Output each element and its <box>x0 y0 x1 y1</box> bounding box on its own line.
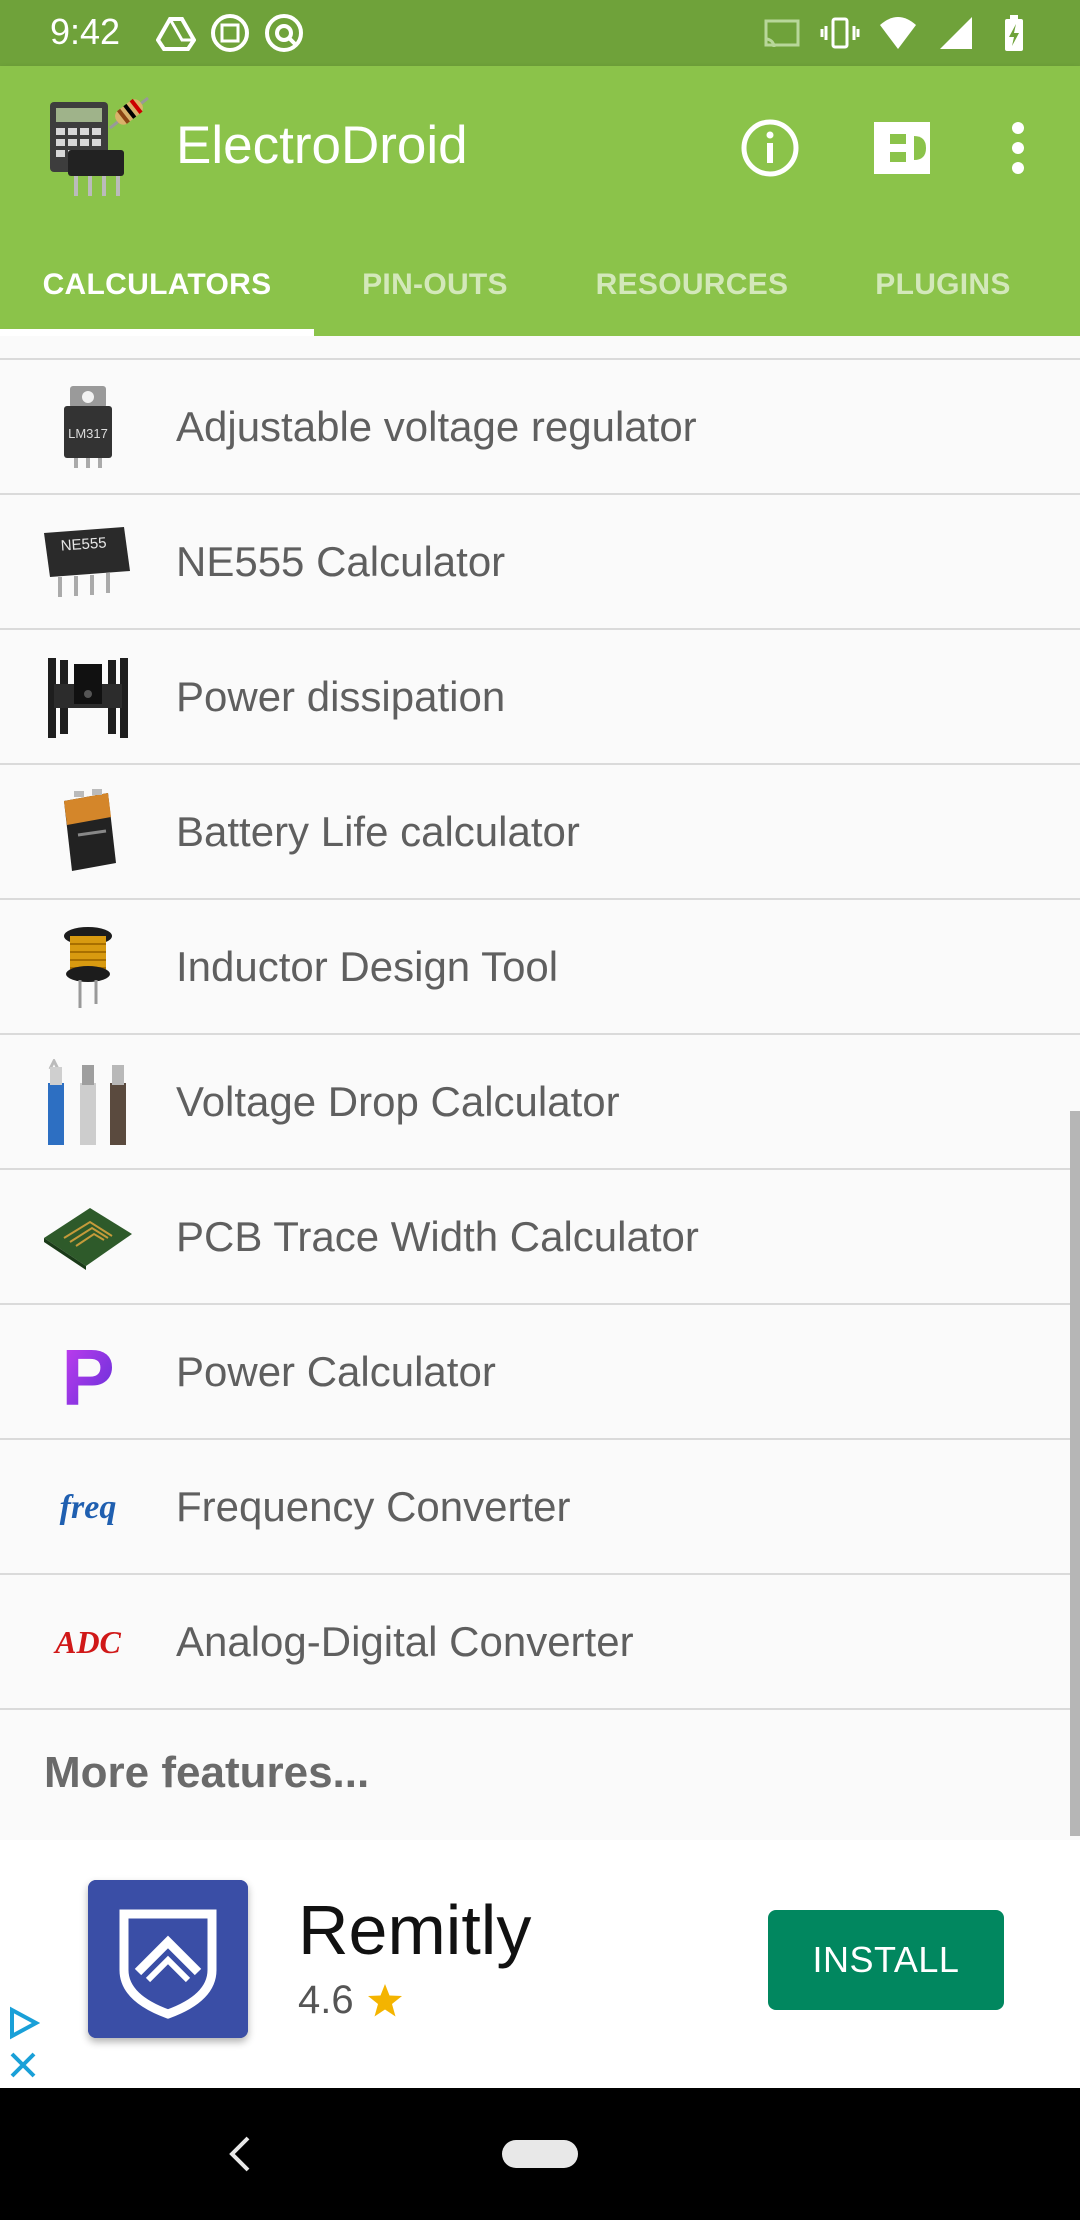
tab-pin-outs[interactable]: PIN-OUTS <box>314 234 556 336</box>
list-item-power-calculator[interactable]: P Power Calculator <box>0 1305 1080 1440</box>
status-time: 9:42 <box>50 11 121 52</box>
tab-bar: CALCULATORS PIN-OUTS RESOURCES PLUGINS <box>0 234 1080 336</box>
navigation-bar <box>0 2088 1080 2220</box>
app-bar: ElectroDroid CALCULATORS PIN-OUTS RESOUR… <box>0 66 1080 336</box>
status-bar: 9:42 <box>0 0 1080 66</box>
icon-text: ADC <box>53 1624 121 1660</box>
list-item-label: Battery Life calculator <box>176 807 580 855</box>
app-title: ElectroDroid <box>176 116 468 175</box>
list-item-analog-digital-converter[interactable]: ADC Analog-Digital Converter <box>0 1575 1080 1710</box>
list-item-label: Frequency Converter <box>176 1482 571 1530</box>
tab-label: CALCULATORS <box>42 268 272 301</box>
list-item-adjustable-voltage-regulator[interactable]: LM317 Adjustable voltage regulator <box>0 360 1080 495</box>
ad-app-name: Remitly <box>298 1891 532 1969</box>
icon-text: LM317 <box>68 426 108 441</box>
tab-indicator <box>0 329 314 336</box>
list-item-power-dissipation[interactable]: Power dissipation <box>0 630 1080 765</box>
list-item-battery-life-calculator[interactable]: Battery Life calculator <box>0 765 1080 900</box>
status-notification-icons <box>156 13 304 53</box>
adc-icon: ADC <box>53 1624 121 1660</box>
list-item-label: Analog-Digital Converter <box>176 1617 634 1665</box>
remitly-logo-icon <box>88 1880 248 2038</box>
signal-icon <box>940 17 972 49</box>
inductor-icon <box>64 927 112 1008</box>
tab-calculators[interactable]: CALCULATORS <box>0 234 314 336</box>
freq-icon: freq <box>60 1489 117 1526</box>
home-pill-button[interactable] <box>502 2140 578 2168</box>
list-item-label: Voltage Drop Calculator <box>176 1077 620 1125</box>
cast-icon <box>764 19 800 48</box>
list-item-label: PCB Trace Width Calculator <box>176 1212 699 1260</box>
battery-charging-icon <box>1005 15 1023 51</box>
more-features-item[interactable]: More features... <box>0 1708 1080 1838</box>
list-item-pcb-trace-width-calculator[interactable]: PCB Trace Width Calculator <box>0 1170 1080 1305</box>
battery-icon <box>64 789 116 871</box>
vibrate-icon <box>820 17 860 49</box>
list-item-label: Inductor Design Tool <box>176 942 559 990</box>
tab-label: RESOURCES <box>595 268 789 301</box>
lm317-regulator-icon: LM317 <box>64 386 112 468</box>
drive-icon <box>156 17 196 51</box>
close-icon[interactable] <box>6 2048 40 2082</box>
list-item-frequency-converter[interactable]: freq Frequency Converter <box>0 1440 1080 1575</box>
ad-rating-value: 4.6 <box>298 1978 354 2022</box>
heatsink-icon <box>48 658 128 738</box>
scrollbar[interactable] <box>1070 1111 1080 1836</box>
list-item-voltage-drop-calculator[interactable]: Voltage Drop Calculator <box>0 1035 1080 1170</box>
pcb-icon <box>44 1208 132 1270</box>
plugin-icon[interactable] <box>870 116 934 180</box>
tab-label: PIN-OUTS <box>362 268 508 301</box>
list-item-label: Power dissipation <box>176 672 506 720</box>
screenshot-icon <box>211 14 249 52</box>
more-vert-icon[interactable] <box>988 116 1048 180</box>
icon-text: NE555 <box>60 534 107 554</box>
wifi-icon <box>880 17 916 49</box>
ad-banner[interactable]: Remitly 4.6 INSTALL <box>0 1840 1080 2088</box>
icon-text: freq <box>60 1489 117 1526</box>
info-icon[interactable] <box>738 116 802 180</box>
tab-plugins[interactable]: PLUGINS <box>828 234 1058 336</box>
list-item-ne555-calculator[interactable]: NE555 NE555 Calculator <box>0 495 1080 630</box>
electrodroid-logo-icon <box>50 96 149 196</box>
icon-text: P <box>61 1333 114 1415</box>
list-item-inductor-design-tool[interactable]: Inductor Design Tool <box>0 900 1080 1035</box>
star-icon <box>367 1983 402 2016</box>
power-p-icon: P <box>61 1333 114 1415</box>
status-system-icons <box>762 13 1034 53</box>
vpn-icon <box>265 14 303 52</box>
ne555-chip-icon: NE555 <box>44 527 130 597</box>
calculator-list[interactable]: LM317 Adjustable voltage regulator NE555… <box>0 336 1080 1840</box>
back-icon[interactable] <box>220 2132 260 2176</box>
list-item-label: Power Calculator <box>176 1347 496 1395</box>
ad-rating: 4.6 <box>298 1978 404 2023</box>
ad-choices-icon[interactable] <box>6 2006 40 2040</box>
list-item-label: Adjustable voltage regulator <box>176 402 697 450</box>
tab-label: PLUGINS <box>875 268 1011 301</box>
more-features-label: More features... <box>44 1748 370 1797</box>
install-button[interactable]: INSTALL <box>768 1910 1004 2010</box>
list-item-label: NE555 Calculator <box>176 537 506 585</box>
tab-resources[interactable]: RESOURCES <box>556 234 828 336</box>
wires-icon <box>48 1059 126 1145</box>
